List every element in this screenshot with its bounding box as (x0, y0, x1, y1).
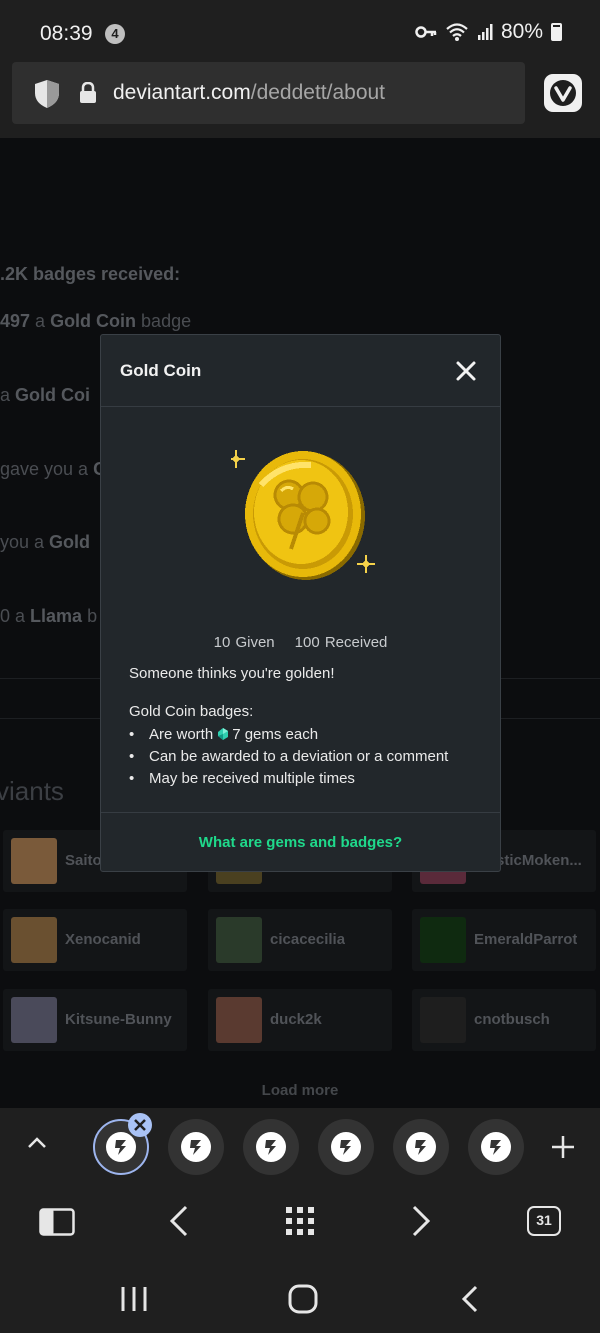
forward-icon[interactable] (410, 1204, 432, 1238)
deviant-card[interactable]: Xenocanid (3, 909, 187, 971)
avatar (420, 997, 466, 1043)
section-heading: viants (0, 776, 64, 806)
url-text[interactable]: deviantart.com/deddett/about (113, 81, 385, 105)
deviant-name: cicacecilia (270, 931, 346, 948)
tab-deviantart[interactable] (318, 1119, 374, 1175)
url-host: deviantart.com (113, 81, 251, 104)
battery-icon (551, 23, 562, 41)
modal-header: Gold Coin (101, 335, 500, 407)
badges-received-line: .2K badges received: (0, 264, 181, 284)
deviantart-icon (256, 1132, 286, 1162)
modal-title: Gold Coin (120, 361, 202, 380)
tab-switcher-button[interactable]: 31 (527, 1206, 561, 1236)
gem-icon (218, 728, 229, 740)
avatar (420, 917, 466, 963)
status-time: 08:39 (40, 22, 93, 45)
wifi-icon (446, 23, 468, 41)
signal-icon (477, 24, 493, 40)
chevron-up-icon[interactable] (26, 1136, 48, 1150)
tracker-blocker-shield-icon[interactable] (34, 79, 60, 109)
vpn-key-icon (415, 26, 437, 38)
list-item: May be received multiple times (129, 770, 448, 792)
activity-line: 497 a Gold Coin badge (0, 311, 192, 331)
tab-strip (0, 1108, 600, 1186)
received-count: 100 Received (294, 634, 388, 651)
close-icon[interactable] (454, 359, 478, 383)
deviant-card[interactable]: EmeraldParrot (412, 909, 596, 971)
deviant-name: cnotbusch (474, 1011, 550, 1028)
avatar (216, 917, 262, 963)
system-nav-bar (0, 1262, 600, 1333)
home-icon[interactable] (288, 1284, 318, 1314)
close-tab-button[interactable] (128, 1113, 152, 1137)
activity-line: a Gold Coi (0, 385, 91, 405)
deviant-name: duck2k (270, 1011, 322, 1028)
tab-deviantart[interactable] (168, 1119, 224, 1175)
tab-deviantart[interactable] (393, 1119, 449, 1175)
list-item: Are worth7 gems each (129, 726, 448, 748)
lock-icon (80, 82, 96, 103)
back-icon[interactable] (168, 1204, 190, 1238)
badge-info-list: Are worth7 gems each Can be awarded to a… (129, 726, 448, 792)
deviantart-icon (331, 1132, 361, 1162)
avatar (11, 997, 57, 1043)
vivaldi-logo-icon (550, 80, 576, 106)
avatar (216, 997, 262, 1043)
panel-toggle-icon[interactable] (39, 1208, 75, 1236)
browser-toolbar: 31 (0, 1186, 600, 1262)
deviantart-icon (406, 1132, 436, 1162)
tab-deviantart[interactable] (468, 1119, 524, 1175)
new-tab-plus-icon[interactable] (550, 1134, 576, 1160)
recent-apps-icon[interactable] (120, 1286, 148, 1312)
speed-dial-grid-icon[interactable] (285, 1206, 315, 1236)
deviant-name: Kitsune-Bunny (65, 1011, 172, 1028)
browser-address-area: deviantart.com/deddett/about (0, 56, 600, 138)
deviant-card[interactable]: cnotbusch (412, 989, 596, 1051)
deviantart-icon (181, 1132, 211, 1162)
gems-badges-help-link[interactable]: What are gems and badges? (101, 834, 500, 851)
badge-description: Someone thinks you're golden! (129, 665, 335, 682)
deviant-name: Xenocanid (65, 931, 141, 948)
deviant-name: sticMoken... (496, 852, 582, 869)
system-back-icon[interactable] (460, 1284, 480, 1314)
badge-list-title: Gold Coin badges: (129, 703, 254, 720)
activity-line: gave you a G (0, 459, 107, 479)
load-more-button[interactable]: Load more (0, 1082, 600, 1099)
badge-modal: Gold Coin 10 Given 100 Received Someone t… (100, 334, 501, 872)
vivaldi-menu-button[interactable] (544, 74, 582, 112)
deviant-card[interactable]: Kitsune-Bunny (3, 989, 187, 1051)
notification-count-badge: 4 (105, 24, 125, 44)
url-path: /deddett/about (250, 81, 386, 104)
tab-deviantart[interactable] (243, 1119, 299, 1175)
avatar (11, 917, 57, 963)
deviant-card[interactable]: duck2k (208, 989, 392, 1051)
deviant-card[interactable]: cicacecilia (208, 909, 392, 971)
deviantart-icon (481, 1132, 511, 1162)
badge-stats: 10 Given 100 Received (101, 634, 500, 651)
avatar (11, 838, 57, 884)
activity-line: 0 a Llama b (0, 606, 98, 626)
gold-coin-badge-icon (231, 450, 375, 580)
address-bar[interactable]: deviantart.com/deddett/about (12, 62, 525, 124)
battery-percent: 80% (500, 20, 543, 43)
list-item: Can be awarded to a deviation or a comme… (129, 748, 448, 770)
activity-line: you a Gold (0, 532, 91, 552)
deviant-name: Saito (65, 852, 102, 869)
deviant-name: EmeraldParrot (474, 931, 578, 948)
modal-footer: What are gems and badges? (101, 812, 500, 872)
given-count: 10 Given (213, 634, 275, 651)
